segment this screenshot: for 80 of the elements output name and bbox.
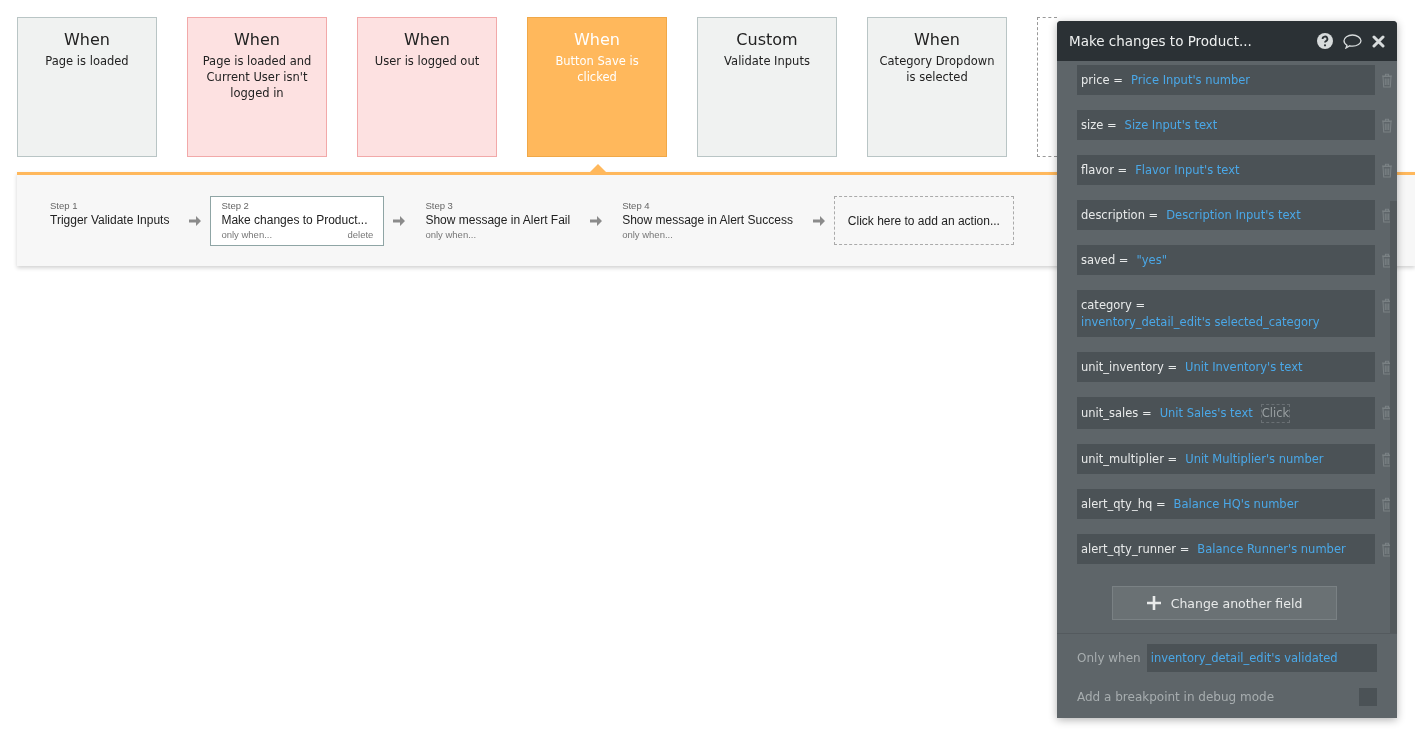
close-icon[interactable] bbox=[1372, 34, 1385, 48]
panel-title: Make changes to Product... bbox=[1069, 33, 1253, 49]
event-label: Page is loaded bbox=[45, 53, 129, 69]
arrow-icon bbox=[811, 213, 826, 228]
event-label: Button Save is clicked bbox=[554, 53, 640, 85]
field-name: flavor = bbox=[1081, 162, 1128, 179]
event-heading: Custom bbox=[736, 30, 798, 49]
field-name: description = bbox=[1081, 207, 1159, 224]
field-name: price = bbox=[1081, 72, 1123, 89]
scrollbar[interactable] bbox=[1390, 201, 1397, 633]
event-label: Category Dropdown is selected bbox=[878, 53, 996, 85]
field-name: size = bbox=[1081, 117, 1117, 134]
help-icon[interactable] bbox=[1317, 33, 1333, 49]
workflow-step[interactable]: Step 3 Show message in Alert Fail only when... bbox=[414, 195, 582, 246]
trash-icon[interactable] bbox=[1381, 208, 1393, 223]
field-row[interactable]: price = Price Input's number bbox=[1077, 65, 1375, 95]
event-heading: When bbox=[64, 30, 110, 49]
only-when-label: Only when bbox=[1077, 651, 1141, 665]
field-row[interactable]: size = Size Input's text bbox=[1077, 110, 1375, 140]
field-row[interactable]: flavor = Flavor Input's text bbox=[1077, 155, 1375, 185]
step-number: Step 4 bbox=[622, 199, 651, 211]
event-heading: When bbox=[574, 30, 620, 49]
new-event-card[interactable] bbox=[1037, 17, 1057, 157]
trash-icon[interactable] bbox=[1381, 298, 1393, 313]
event-heading: When bbox=[404, 30, 450, 49]
step-number: Step 1 bbox=[50, 199, 79, 211]
only-when-link[interactable]: only when... bbox=[221, 228, 273, 242]
plus-icon bbox=[1146, 596, 1161, 610]
breakpoint-label: Add a breakpoint in debug mode bbox=[1077, 690, 1276, 704]
step-title: Trigger Validate Inputs bbox=[50, 212, 170, 227]
only-when-link[interactable]: only when... bbox=[425, 228, 477, 242]
step-number: Step 2 bbox=[221, 199, 250, 211]
event-heading: When bbox=[914, 30, 960, 49]
event-label: Validate Inputs bbox=[724, 53, 810, 69]
only-when-link[interactable]: only when... bbox=[622, 228, 673, 242]
trash-icon[interactable] bbox=[1381, 163, 1393, 178]
change-another-field-button[interactable]: Change another field bbox=[1112, 586, 1337, 620]
field-name: alert_qty_hq = bbox=[1081, 496, 1166, 513]
field-name: unit_multiplier = bbox=[1081, 451, 1178, 468]
trash-icon[interactable] bbox=[1381, 253, 1393, 268]
step-title: Show message in Alert Fail bbox=[425, 212, 571, 227]
field-name: alert_qty_runner = bbox=[1081, 541, 1190, 558]
trash-icon[interactable] bbox=[1381, 497, 1393, 512]
event-label: User is logged out bbox=[374, 53, 480, 69]
field-name: unit_inventory = bbox=[1081, 359, 1178, 376]
trash-icon[interactable] bbox=[1381, 542, 1393, 557]
trash-icon[interactable] bbox=[1381, 118, 1393, 133]
field-name: saved = bbox=[1081, 252, 1129, 269]
arrow-icon bbox=[392, 213, 407, 228]
trash-icon[interactable] bbox=[1381, 360, 1393, 375]
event-card[interactable]: When Category Dropdown is selected bbox=[867, 17, 1007, 157]
event-card[interactable]: When User is logged out bbox=[357, 17, 497, 157]
arrow-icon bbox=[188, 213, 203, 228]
trash-icon[interactable] bbox=[1381, 452, 1393, 467]
step-number: Step 3 bbox=[425, 199, 454, 211]
trash-icon[interactable] bbox=[1381, 405, 1393, 420]
event-label: Page is loaded and Current User isn't logged in bbox=[201, 53, 313, 101]
add-action-button[interactable]: Click here to add an action... bbox=[833, 196, 1014, 245]
workflow-step[interactable]: Step 1 Trigger Validate Inputs bbox=[39, 195, 181, 246]
step-title: Make changes to Product... bbox=[221, 212, 369, 227]
arrow-icon bbox=[589, 213, 604, 228]
event-heading: When bbox=[234, 30, 280, 49]
trash-icon[interactable] bbox=[1381, 73, 1393, 88]
field-row[interactable]: description = Description Input's text bbox=[1077, 200, 1375, 230]
event-card[interactable]: When Page is loaded and Current User isn't logged in bbox=[187, 17, 327, 157]
event-card[interactable]: Custom Validate Inputs bbox=[697, 17, 837, 157]
comment-icon[interactable] bbox=[1343, 33, 1362, 49]
field-row[interactable]: unit_multiplier = Unit Multiplier's number bbox=[1077, 444, 1375, 474]
field-name: unit_sales = bbox=[1081, 405, 1152, 422]
field-row[interactable]: saved = "yes" bbox=[1077, 245, 1375, 275]
workflow-step[interactable]: Step 4 Show message in Alert Success only when... bbox=[611, 195, 804, 246]
field-row[interactable]: alert_qty_hq = Balance HQ's number bbox=[1077, 489, 1375, 519]
step-title: Show message in Alert Success bbox=[622, 212, 793, 227]
field-name: category = bbox=[1081, 297, 1146, 314]
field-row[interactable]: unit_inventory = Unit Inventory's text bbox=[1077, 352, 1375, 382]
field-row[interactable]: category = inventory_detail_edit's selected_category bbox=[1077, 290, 1375, 337]
delete-link[interactable]: delete bbox=[347, 228, 374, 242]
workflow-step[interactable]: Step 2 Make changes to Product... only when... delete bbox=[210, 195, 385, 246]
event-card[interactable]: When Page is loaded bbox=[17, 17, 157, 157]
field-row[interactable]: alert_qty_runner = Balance Runner's number bbox=[1077, 534, 1375, 564]
